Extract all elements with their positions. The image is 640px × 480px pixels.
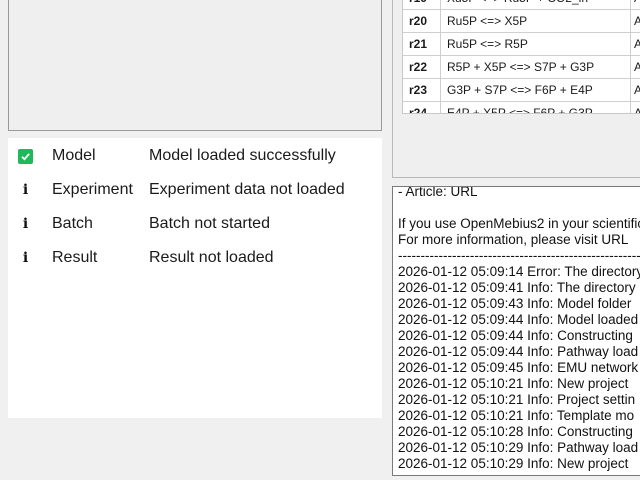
info-icon: i [22,216,29,232]
table-row[interactable]: r20 Ru5P <=> X5P A [403,10,640,33]
reaction-type: A [631,33,640,55]
check-icon [18,148,33,164]
status-message: Model loaded successfully [149,147,336,164]
reaction-type: A [631,10,640,32]
reaction-equation: E4P + X5P <=> F6P + G3P [441,102,631,113]
reaction-equation: G3P + S7P <=> F6P + E4P [441,79,631,101]
log-line: 2026-01-12 05:10:28 Info: Constructing [398,424,633,439]
table-row[interactable]: r24 E4P + X5P <=> F6P + G3P A [403,102,640,113]
reaction-id: r20 [403,10,441,32]
status-row-experiment: i Experiment Experiment data not loaded [8,175,382,205]
log-line: For more information, please visit URL [398,232,629,247]
table-row[interactable]: r21 Ru5P <=> R5P A [403,33,640,56]
status-name: Experiment [52,181,133,198]
status-row-result: i Result Result not loaded [8,243,382,273]
log-line: 2026-01-12 05:09:41 Info: The directory [398,280,636,295]
log-line: If you use OpenMebius2 in your scientifi… [398,216,640,231]
status-name: Batch [52,215,93,232]
table-row[interactable]: r23 G3P + S7P <=> F6P + E4P A [403,79,640,102]
status-name: Result [52,249,98,266]
reaction-equation: R5P + X5P <=> S7P + G3P [441,56,631,78]
status-message: Experiment data not loaded [149,181,345,198]
reaction-type: A [631,79,640,101]
reaction-type: A [631,102,640,113]
status-message: Batch not started [149,215,270,232]
reaction-id: r23 [403,79,441,101]
status-row-model: Model Model loaded successfully [8,141,382,171]
status-row-batch: i Batch Batch not started [8,209,382,239]
log-line: ----------------------------------------… [398,248,640,263]
info-icon: i [22,250,29,266]
log-line: 2026-01-12 05:09:44 Info: Model loaded [398,312,639,327]
log-line: 2026-01-12 05:10:29 Info: New project [398,456,629,471]
reaction-id: r19 [403,0,441,9]
reaction-table[interactable]: r19 Xu5P <=> Ru5P + CO2_in A r20 Ru5P <=… [402,0,640,114]
reaction-id: r22 [403,56,441,78]
status-name: Model [52,147,96,164]
log-line: 2026-01-12 05:10:21 Info: Project settin [398,392,636,407]
log-line: - Article: URL [398,186,478,199]
reaction-type: A [631,0,640,9]
reaction-id: r21 [403,33,441,55]
log-line: 2026-01-12 05:09:44 Info: Pathway load [398,344,639,359]
log-line: 2026-01-12 05:09:44 Info: Constructing [398,328,633,343]
log-line: 2026-01-12 05:10:21 Info: Template mo [398,408,635,423]
reaction-equation: Ru5P <=> R5P [441,33,631,55]
log-line: 2026-01-12 05:10:21 Info: New project [398,376,629,391]
info-icon: i [22,182,29,198]
log-line: 2026-01-12 05:10:29 Info: Pathway load [398,440,639,455]
status-panel: Model Model loaded successfully i Experi… [8,138,382,418]
reaction-id: r24 [403,102,441,113]
status-message: Result not loaded [149,249,274,266]
upper-left-panel [8,0,382,131]
reaction-equation: Xu5P <=> Ru5P + CO2_in [441,0,631,9]
reaction-type: A [631,56,640,78]
log-line: 2026-01-12 05:09:45 Info: EMU network [398,360,639,375]
log-line: 2026-01-12 05:09:43 Info: Model folder [398,296,632,311]
log-output[interactable]: - Article: URL If you use OpenMebius2 in… [392,186,640,476]
table-row[interactable]: r19 Xu5P <=> Ru5P + CO2_in A [403,0,640,10]
log-line: 2026-01-12 05:09:14 Error: The directory [398,264,640,279]
reaction-equation: Ru5P <=> X5P [441,10,631,32]
table-row[interactable]: r22 R5P + X5P <=> S7P + G3P A [403,56,640,79]
